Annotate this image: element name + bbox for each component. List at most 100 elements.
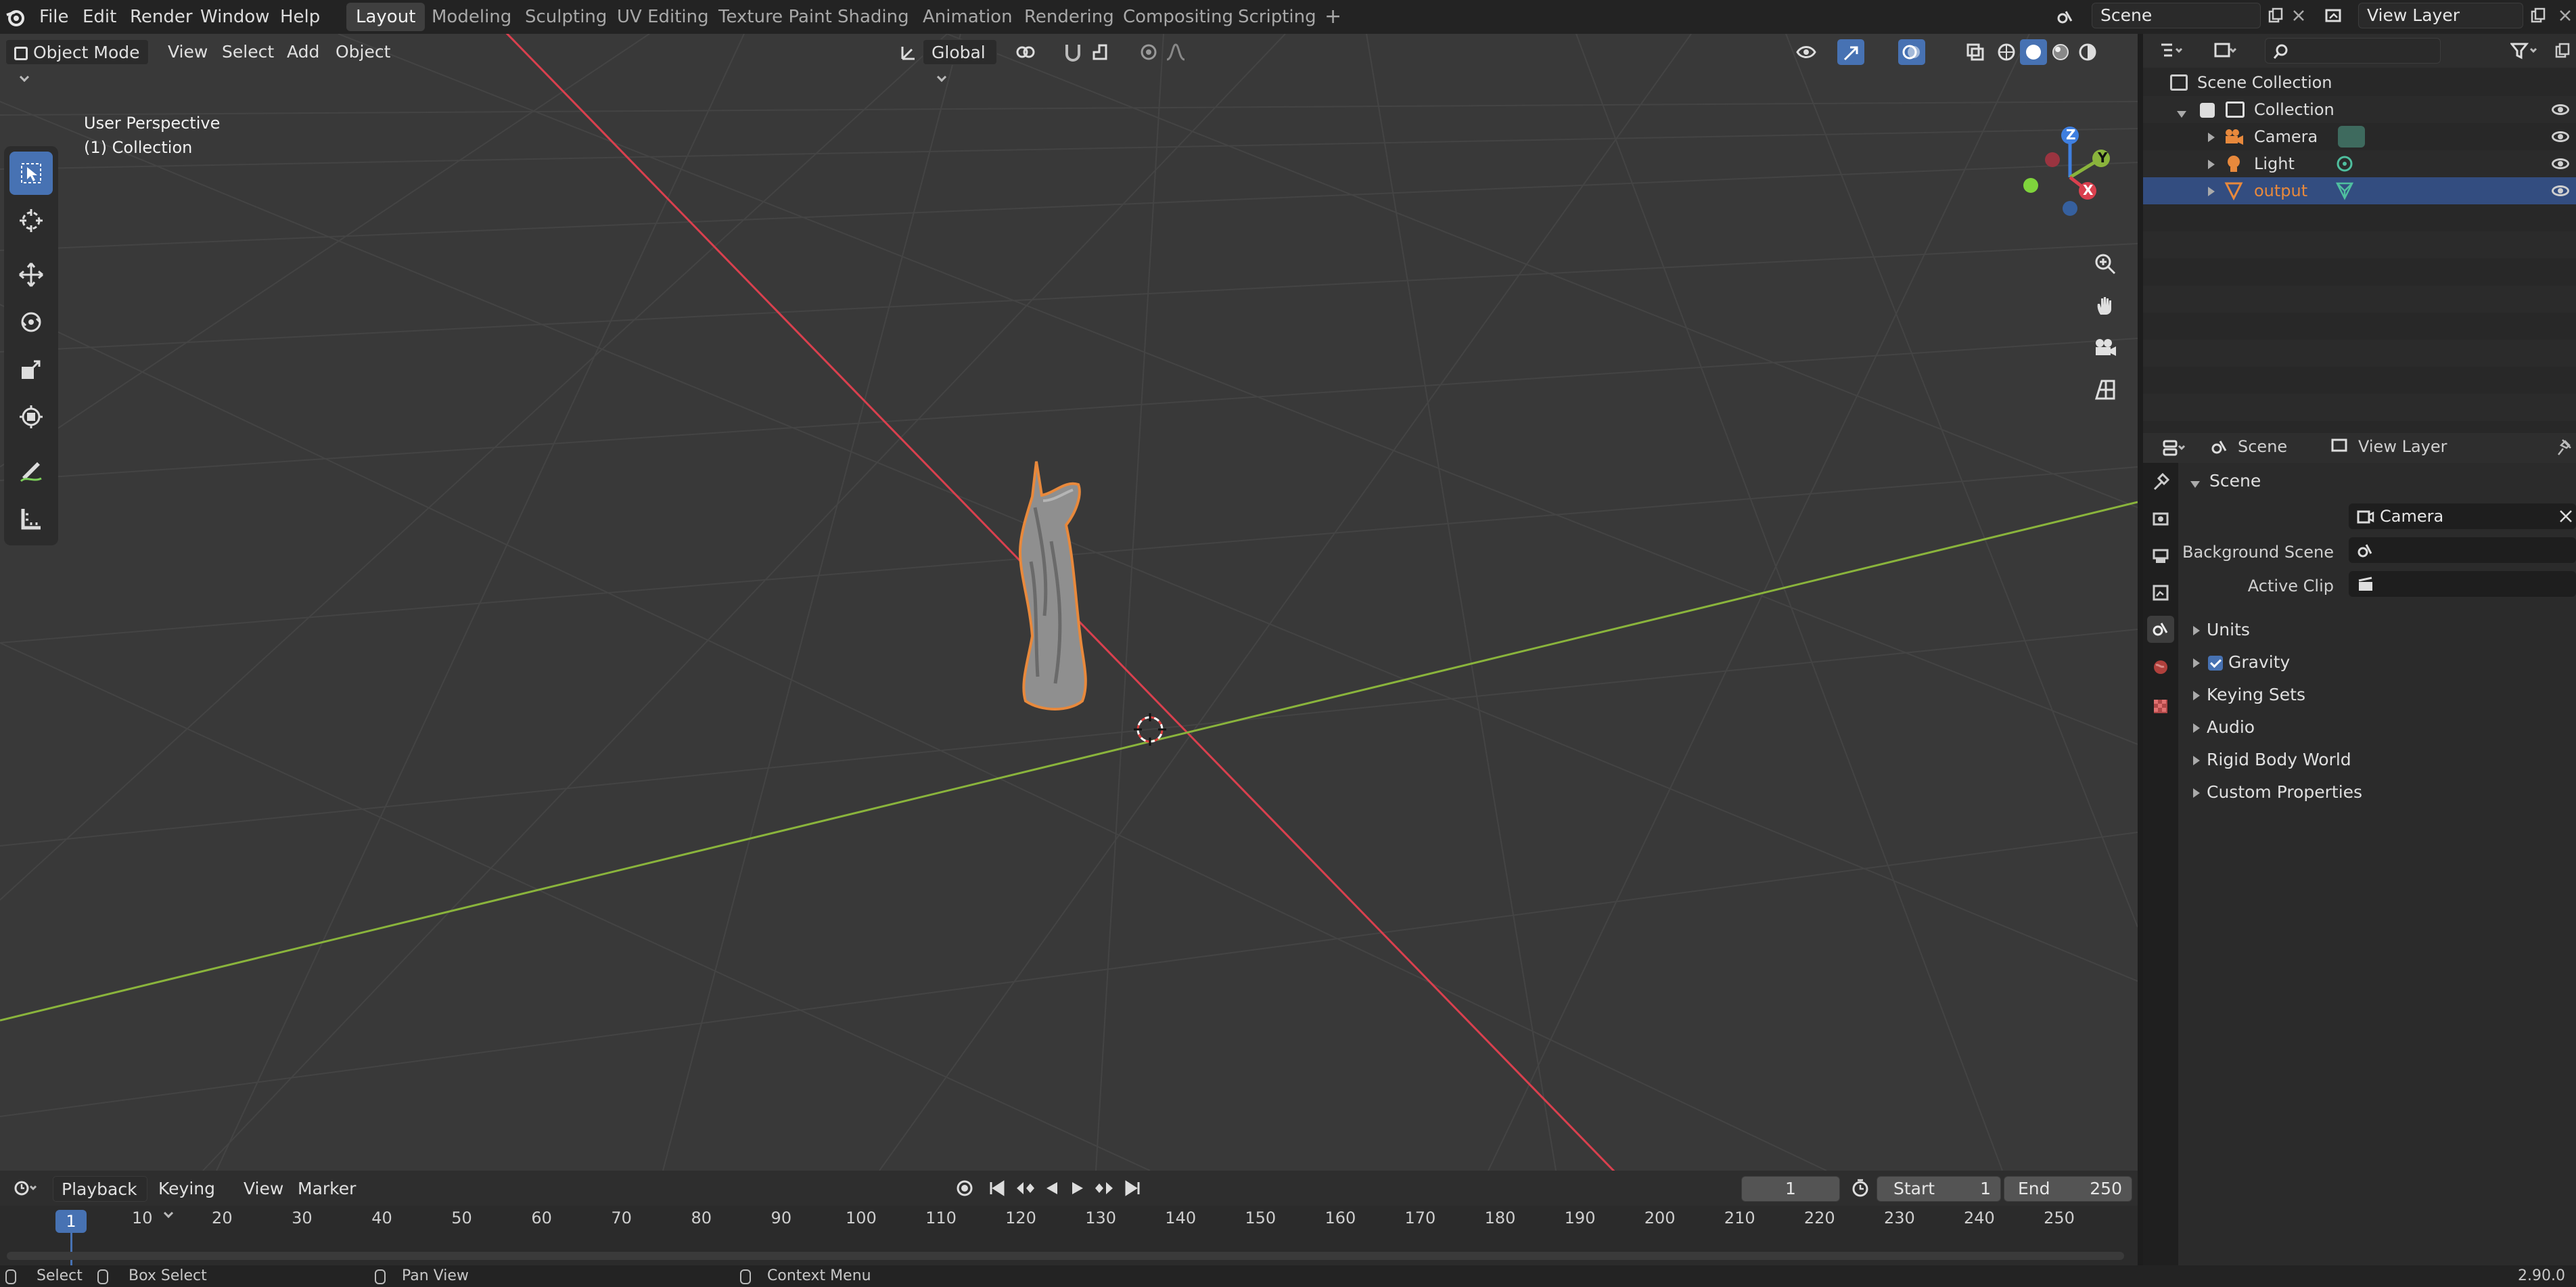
playback-menu[interactable]: Playback [53,1176,147,1219]
next-keyframe-icon[interactable] [1092,1175,1119,1201]
play-reverse-icon[interactable] [1038,1175,1065,1201]
custom-properties-panel-header[interactable]: Custom Properties [2178,777,2576,808]
menu-window[interactable]: Window [193,3,277,31]
outliner-search-input[interactable] [2265,38,2441,64]
current-frame-field[interactable]: 1 [1741,1176,1840,1202]
tab-animation[interactable]: Animation [913,3,1022,31]
timeline-scrollbar[interactable] [7,1252,2124,1260]
new-collection-icon[interactable] [2549,38,2576,64]
tab-compositing[interactable]: Compositing [1113,3,1243,31]
transform-orientation-dropdown[interactable]: Global [923,39,997,83]
object-mode-dropdown[interactable]: Object Mode [5,39,149,83]
orientation-icon[interactable] [896,39,923,65]
view-layer-icon[interactable] [2320,4,2347,30]
pan-hand-icon[interactable] [2085,286,2125,326]
breadcrumb-scene[interactable]: Scene [2238,437,2287,456]
units-panel-header[interactable]: Units [2178,614,2576,646]
rendered-shading-icon[interactable] [2074,39,2101,65]
active-clip-field[interactable] [2349,571,2576,597]
expand-arrow-icon[interactable] [2177,99,2186,126]
remove-view-layer-icon[interactable] [2552,3,2576,28]
end-frame-field[interactable]: End 250 [2004,1176,2132,1202]
visibility-selectability-icon[interactable] [1793,39,1820,65]
gravity-checkbox[interactable] [2208,647,2223,678]
record-icon[interactable] [951,1175,978,1201]
viewport-menu-object[interactable]: Object [327,39,398,65]
measure-tool-icon[interactable] [9,497,53,540]
snap-target-icon[interactable] [1089,39,1116,65]
view-layer-name-field[interactable]: View Layer [2358,3,2523,28]
menu-edit[interactable]: Edit [76,3,123,31]
expand-arrow-icon[interactable] [2208,123,2215,150]
viewport-menu-add[interactable]: Add [279,39,327,65]
ortho-grid-icon[interactable] [2085,369,2125,410]
tab-modeling[interactable]: Modeling [422,3,521,31]
eye-icon[interactable] [2552,185,2569,196]
play-icon[interactable] [1065,1175,1092,1201]
tab-uv-editing[interactable]: UV Editing [607,3,718,31]
transform-tool-icon[interactable] [9,395,53,438]
zoom-icon[interactable] [2085,244,2125,284]
new-view-layer-icon[interactable] [2525,3,2552,28]
move-tool-icon[interactable] [9,253,53,296]
playhead-line[interactable] [70,1233,72,1265]
selected-object-statue[interactable] [1008,460,1103,717]
pin-icon[interactable] [2557,438,2573,459]
jump-start-icon[interactable] [984,1175,1011,1201]
scale-tool-icon[interactable] [9,348,53,391]
camera-data-icon[interactable] [2338,126,2365,148]
outliner-row-collection[interactable]: Collection [2143,96,2576,123]
prev-keyframe-icon[interactable] [1011,1175,1038,1201]
audio-panel-header[interactable]: Audio [2178,712,2576,743]
camera-field[interactable]: Camera [2349,503,2576,529]
select-box-tool-icon[interactable] [9,152,53,195]
render-tab-icon[interactable] [2147,505,2174,532]
texture-tab-icon[interactable] [2147,693,2174,720]
proportional-edit-icon[interactable] [1135,39,1162,65]
collection-checkbox[interactable] [2200,103,2215,118]
timeline-editor-type-icon[interactable] [7,1175,45,1201]
tab-shading[interactable]: Shading [828,3,919,31]
scene-name-field[interactable]: Scene [2092,3,2261,28]
jump-end-icon[interactable] [1119,1175,1146,1201]
expand-arrow-icon[interactable] [2208,177,2215,204]
editor-type-icon[interactable] [2151,38,2192,64]
keying-menu[interactable]: Keying [150,1176,233,1219]
overlays-toggle-icon[interactable] [1898,39,1925,65]
display-mode-icon[interactable] [2205,38,2246,64]
xray-toggle-icon[interactable] [1962,39,1989,65]
rigid-body-world-panel-header[interactable]: Rigid Body World [2178,744,2576,775]
tab-scripting[interactable]: Scripting [1228,3,1326,31]
rotate-tool-icon[interactable] [9,300,53,344]
blender-logo-icon[interactable] [4,5,27,28]
tool-settings-tab-icon[interactable] [2147,468,2174,495]
keying-sets-panel-header[interactable]: Keying Sets [2178,679,2576,710]
remove-scene-icon[interactable] [2285,3,2312,28]
add-workspace-button[interactable]: + [1315,3,1351,31]
tab-texture-paint[interactable]: Texture Paint [709,3,842,31]
outliner-row-output[interactable]: output [2143,177,2576,204]
mesh-data-icon[interactable] [2335,181,2354,208]
preview-range-clock-icon[interactable] [1847,1175,1874,1201]
marker-menu[interactable]: Marker [290,1176,364,1202]
menu-render[interactable]: Render [123,3,200,31]
clear-camera-icon[interactable] [2558,509,2573,526]
3d-viewport[interactable]: User Perspective (1) Collection Z Y X [0,34,2138,1171]
scene-panel-header[interactable]: Scene [2178,466,2576,497]
tab-sculpting[interactable]: Sculpting [515,3,616,31]
properties-editor-type-icon[interactable] [2154,435,2194,461]
outliner-row-light[interactable]: Light [2143,150,2576,177]
falloff-icon[interactable] [1162,39,1189,65]
cursor-tool-icon[interactable] [9,199,53,242]
scene-icon[interactable] [2052,4,2079,30]
gravity-panel-header[interactable]: Gravity [2178,647,2576,678]
world-tab-icon[interactable] [2147,654,2174,681]
timeline-view-menu[interactable]: View [235,1176,292,1202]
filter-icon[interactable] [2500,38,2548,64]
snap-icon[interactable] [1059,39,1086,65]
outliner-row-scene-collection[interactable]: Scene Collection [2143,69,2576,96]
scene-tab-icon[interactable] [2147,616,2174,643]
material-shading-icon[interactable] [2047,39,2074,65]
start-frame-field[interactable]: Start 1 [1877,1176,2001,1202]
camera-view-icon[interactable] [2085,328,2125,368]
